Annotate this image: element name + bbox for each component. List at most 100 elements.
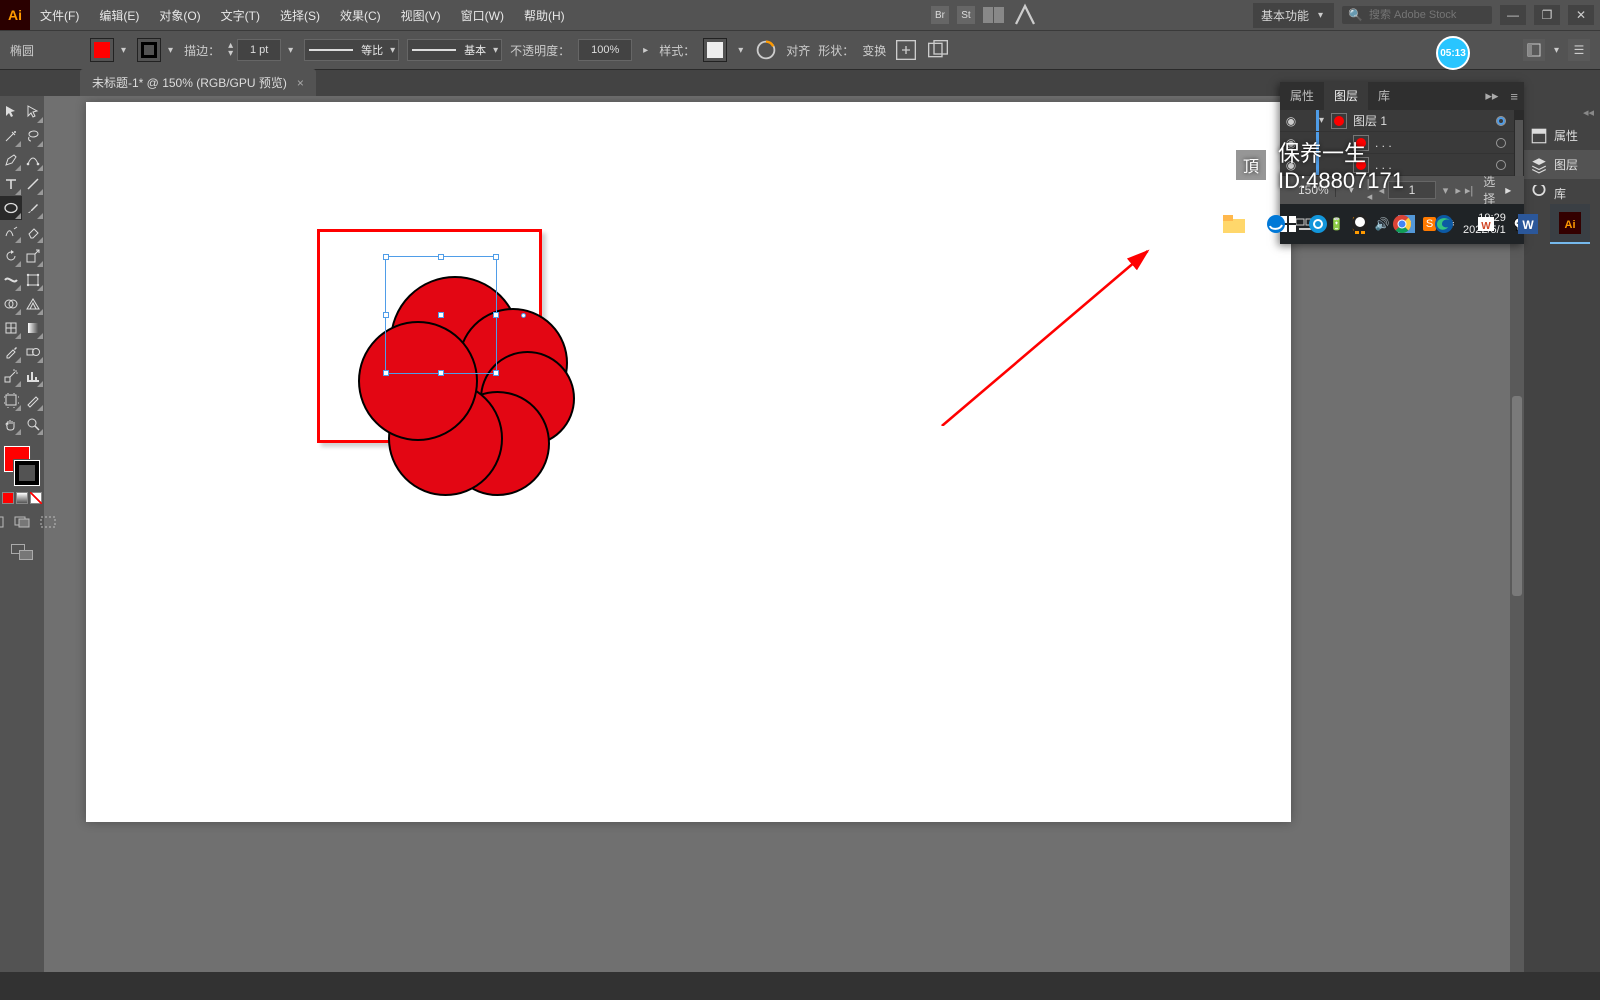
target-icon[interactable] <box>1492 160 1510 170</box>
shape-panel-label[interactable]: 形状： <box>818 42 854 59</box>
perspective-grid-tool[interactable] <box>22 292 44 316</box>
stock-search-input[interactable] <box>1369 9 1479 21</box>
window-maximize-button[interactable]: ❐ <box>1534 5 1560 25</box>
line-segment-tool[interactable] <box>22 172 44 196</box>
magic-wand-tool[interactable] <box>0 124 22 148</box>
taskbar-explorer-icon[interactable] <box>1214 204 1254 244</box>
gpu-icon[interactable] <box>1013 3 1037 27</box>
layer-name[interactable]: 图层 1 <box>1347 112 1492 129</box>
visibility-toggle[interactable]: ◉ <box>1280 114 1302 128</box>
taskbar-wps-icon[interactable]: W <box>1466 204 1506 244</box>
menu-object[interactable]: 对象(O) <box>149 0 210 30</box>
mesh-tool[interactable] <box>0 316 22 340</box>
none-chip[interactable] <box>30 492 42 504</box>
menu-window[interactable]: 窗口(W) <box>451 0 514 30</box>
taskbar-qq-browser-icon[interactable] <box>1298 204 1338 244</box>
menu-effect[interactable]: 效果(C) <box>330 0 391 30</box>
panel-tab-layers[interactable]: 图层 <box>1324 81 1368 110</box>
status-menu-icon[interactable]: ▸ <box>1505 183 1511 197</box>
width-tool[interactable] <box>0 268 22 292</box>
menu-select[interactable]: 选择(S) <box>270 0 330 30</box>
prefs-icon[interactable] <box>1523 39 1545 61</box>
gradient-tool[interactable] <box>22 316 44 340</box>
symbol-sprayer-tool[interactable] <box>0 364 22 388</box>
collapse-dock-icon[interactable]: ◂◂ <box>1577 104 1600 121</box>
menu-edit[interactable]: 编辑(E) <box>89 0 149 30</box>
document-tab[interactable]: 未标题-1* @ 150% (RGB/GPU 预览) × <box>80 69 316 96</box>
variable-width-profile[interactable]: 等比▾ <box>304 39 399 61</box>
scale-tool[interactable] <box>22 244 44 268</box>
taskbar-illustrator-icon[interactable]: Ai <box>1550 204 1590 244</box>
slice-tool[interactable] <box>22 388 44 412</box>
curvature-tool[interactable] <box>22 148 44 172</box>
opacity-input[interactable] <box>578 39 632 61</box>
brush-definition[interactable]: 基本▾ <box>407 39 502 61</box>
type-tool[interactable] <box>0 172 22 196</box>
transform-label[interactable]: 变换 <box>862 42 886 59</box>
doc-setup-icon[interactable]: ☰ <box>1568 39 1590 61</box>
taskbar-qq-icon[interactable] <box>1340 204 1380 244</box>
expand-toggle[interactable]: ▾ <box>1319 115 1331 126</box>
column-graph-tool[interactable] <box>22 364 44 388</box>
workspace-switcher[interactable]: 基本功能▾ <box>1253 3 1334 28</box>
eraser-tool[interactable] <box>22 220 44 244</box>
stock-search[interactable]: 🔍 <box>1342 6 1492 24</box>
recolor-icon[interactable] <box>754 38 778 62</box>
dock-item-properties[interactable]: 属性 <box>1524 121 1600 150</box>
window-minimize-button[interactable]: — <box>1500 5 1526 25</box>
zoom-tool[interactable] <box>22 412 44 436</box>
chevron-right-icon[interactable]: ▸ <box>640 45 651 56</box>
target-icon[interactable] <box>1492 138 1510 148</box>
chevron-down-icon[interactable]: ▾ <box>1440 184 1452 197</box>
graphic-style-swatch[interactable] <box>703 38 727 62</box>
bridge-icon[interactable]: Br <box>931 6 949 24</box>
fill-control[interactable]: ▾ <box>90 38 129 62</box>
isolate-icon[interactable] <box>894 38 918 62</box>
layer-row-parent[interactable]: ◉ ▾ 图层 1 <box>1280 110 1524 132</box>
close-icon[interactable]: × <box>297 76 304 90</box>
screen-mode-icon[interactable] <box>11 544 33 560</box>
fill-stroke-indicator[interactable] <box>2 444 42 488</box>
align-label[interactable]: 对齐 <box>786 42 810 59</box>
stroke-control[interactable]: ▾ <box>137 38 176 62</box>
menu-file[interactable]: 文件(F) <box>30 0 89 30</box>
menu-type[interactable]: 文字(T) <box>211 0 270 30</box>
collapse-panel-icon[interactable]: ▸▸ <box>1479 82 1504 110</box>
paintbrush-tool[interactable] <box>22 196 44 220</box>
stroke-weight-input[interactable] <box>237 39 281 61</box>
eyedropper-tool[interactable] <box>0 340 22 364</box>
draw-behind-icon[interactable] <box>11 510 33 534</box>
stroke-weight-stepper[interactable]: ▴▾ ▾ <box>228 39 296 61</box>
normal-color-chip[interactable] <box>2 492 14 504</box>
free-transform-tool[interactable] <box>22 268 44 292</box>
stroke-color-indicator[interactable] <box>14 460 40 486</box>
taskbar-word-icon[interactable]: W <box>1508 204 1548 244</box>
shape-builder-tool[interactable] <box>0 292 22 316</box>
ellipse-tool[interactable] <box>0 196 22 220</box>
target-icon[interactable] <box>1492 116 1510 126</box>
taskbar-edge-icon[interactable] <box>1424 204 1464 244</box>
rotate-tool[interactable] <box>0 244 22 268</box>
transform-each-icon[interactable] <box>926 38 950 62</box>
stock-icon[interactable]: St <box>957 6 975 24</box>
hand-tool[interactable] <box>0 412 22 436</box>
menu-help[interactable]: 帮助(H) <box>514 0 575 30</box>
draw-inside-icon[interactable] <box>37 510 59 534</box>
direct-selection-tool[interactable] <box>22 100 44 124</box>
draw-normal-icon[interactable] <box>0 510 7 534</box>
artboard-tool[interactable] <box>0 388 22 412</box>
taskbar-edge-legacy-icon[interactable] <box>1256 204 1296 244</box>
arrange-documents-icon[interactable] <box>983 7 1005 23</box>
pen-tool[interactable] <box>0 148 22 172</box>
shaper-tool[interactable] <box>0 220 22 244</box>
window-close-button[interactable]: ✕ <box>1568 5 1594 25</box>
panel-tab-libraries[interactable]: 库 <box>1368 81 1400 110</box>
taskbar-chrome-icon[interactable] <box>1382 204 1422 244</box>
panel-tab-properties[interactable]: 属性 <box>1280 81 1324 110</box>
lasso-tool[interactable] <box>22 124 44 148</box>
menu-view[interactable]: 视图(V) <box>391 0 451 30</box>
panel-menu-icon[interactable]: ≡ <box>1504 83 1524 110</box>
blend-tool[interactable] <box>22 340 44 364</box>
dock-item-layers[interactable]: 图层 <box>1524 150 1600 179</box>
gradient-chip[interactable] <box>16 492 28 504</box>
